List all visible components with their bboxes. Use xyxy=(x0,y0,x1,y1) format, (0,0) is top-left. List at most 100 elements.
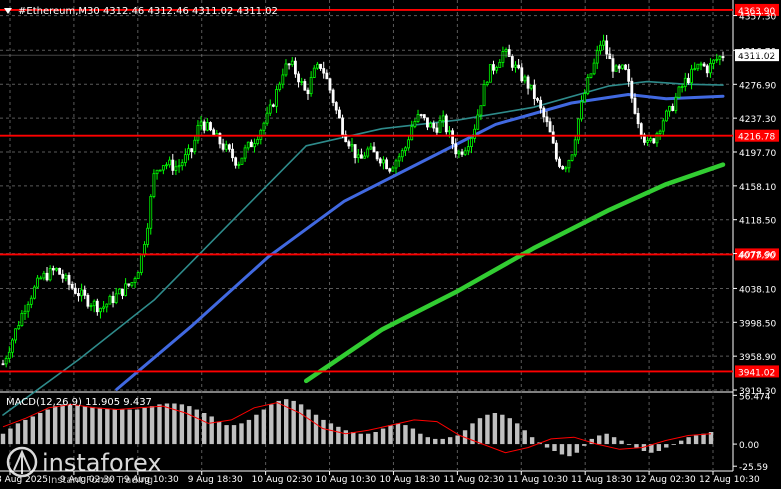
candle-body xyxy=(435,127,439,133)
candle-body xyxy=(36,277,39,288)
candle-body xyxy=(397,156,401,162)
candle-body xyxy=(149,196,153,229)
candle-body xyxy=(180,162,184,167)
candle-body xyxy=(476,114,480,130)
candle-body xyxy=(510,56,514,68)
candle-body xyxy=(58,267,61,275)
candle-body xyxy=(394,160,398,169)
candle-body xyxy=(61,273,65,279)
x-tick-label: 11 Aug 02:30 xyxy=(443,475,504,485)
candle-body xyxy=(155,169,159,175)
macd-histogram-bar xyxy=(358,433,363,445)
candle-body xyxy=(205,122,209,131)
candle-body xyxy=(139,253,143,273)
candle-body xyxy=(300,81,304,83)
y-tick-label: 4276.90 xyxy=(739,81,776,91)
candle-body xyxy=(33,286,36,299)
candle-body xyxy=(391,167,395,172)
macd-histogram-bar xyxy=(574,444,580,453)
candle-body xyxy=(246,141,250,149)
candle-body xyxy=(598,44,602,52)
candle-body xyxy=(526,76,530,89)
candle-body xyxy=(133,278,137,283)
macd-histogram-bar xyxy=(149,406,155,445)
candle-body xyxy=(570,154,574,161)
candle-body xyxy=(460,151,464,155)
candle-body xyxy=(322,68,326,74)
candle-body xyxy=(136,272,140,279)
candle-body xyxy=(39,277,43,280)
macd-histogram-bar xyxy=(507,418,512,445)
candle-body xyxy=(444,115,448,133)
macd-histogram-bar xyxy=(500,414,505,445)
macd-histogram-bar xyxy=(619,440,624,445)
candle-body xyxy=(331,89,335,103)
candle-body xyxy=(536,98,539,101)
macd-histogram-bar xyxy=(597,435,602,445)
macd-histogram-bar xyxy=(388,425,393,445)
macd-histogram-bar xyxy=(626,444,632,445)
candle-body xyxy=(284,63,288,76)
candle-body xyxy=(485,81,489,85)
candle-body xyxy=(190,148,194,153)
macd-histogram-bar xyxy=(209,416,214,445)
candle-body xyxy=(80,289,84,297)
macd-histogram-bar xyxy=(0,433,6,445)
macd-histogram-bar xyxy=(343,430,349,445)
macd-histogram-bar xyxy=(529,437,535,445)
candle-body xyxy=(294,60,297,75)
candle-body xyxy=(319,63,322,69)
macd-histogram-bar xyxy=(351,432,356,445)
macd-histogram-bar xyxy=(23,419,28,445)
candle-body xyxy=(674,96,678,111)
candle-body xyxy=(303,81,307,91)
macd-histogram-bar xyxy=(246,419,252,445)
candle-body xyxy=(375,151,379,160)
candle-body xyxy=(646,140,649,143)
candle-body xyxy=(341,117,344,136)
x-tick-label: 11 Aug 18:30 xyxy=(571,475,632,485)
macd-histogram-bar xyxy=(701,433,706,445)
y-tick-label: 4237.30 xyxy=(739,115,776,125)
candle-body xyxy=(369,146,373,150)
candle-body xyxy=(268,104,272,114)
macd-histogram-bar xyxy=(544,444,550,448)
candle-body xyxy=(542,107,546,118)
candle-body xyxy=(325,72,329,80)
macd-histogram-bar xyxy=(306,409,311,445)
price-chart-svg[interactable]: 4363.904216.784077.903941.024311.02 4357… xyxy=(0,0,781,489)
candle-body xyxy=(661,120,665,132)
macd-histogram-bar xyxy=(127,409,132,445)
candle-body xyxy=(158,169,162,172)
candle-body xyxy=(240,157,244,165)
candle-body xyxy=(146,227,150,245)
macd-histogram-bar xyxy=(611,437,617,445)
candle-body xyxy=(382,159,385,164)
macd-histogram-bar xyxy=(604,433,609,445)
macd-histogram-bar xyxy=(97,407,103,445)
candle-body xyxy=(165,164,168,167)
candle-body xyxy=(26,303,30,312)
candle-body xyxy=(256,138,260,144)
macd-histogram-bar xyxy=(656,444,662,451)
candle-body xyxy=(554,142,558,160)
macd-histogram-bar xyxy=(8,428,13,445)
macd-histogram-bar xyxy=(552,444,557,451)
candle-body xyxy=(77,293,80,297)
candle-body xyxy=(177,165,181,168)
candle-body xyxy=(202,121,206,131)
candle-body xyxy=(114,293,118,303)
macd-histogram-bar xyxy=(187,406,192,445)
candle-body xyxy=(583,93,587,103)
candle-body xyxy=(416,114,420,122)
candle-body xyxy=(507,49,511,57)
candle-body xyxy=(517,64,521,69)
candle-body xyxy=(671,105,675,111)
candle-body xyxy=(231,148,234,159)
candle-body xyxy=(545,116,549,123)
macd-histogram-bar xyxy=(425,437,430,445)
macd-histogram-bar xyxy=(515,423,520,445)
candle-body xyxy=(702,63,706,67)
candle-body xyxy=(328,78,332,91)
watermark-tagline: Instant Forex Trading xyxy=(48,475,153,486)
